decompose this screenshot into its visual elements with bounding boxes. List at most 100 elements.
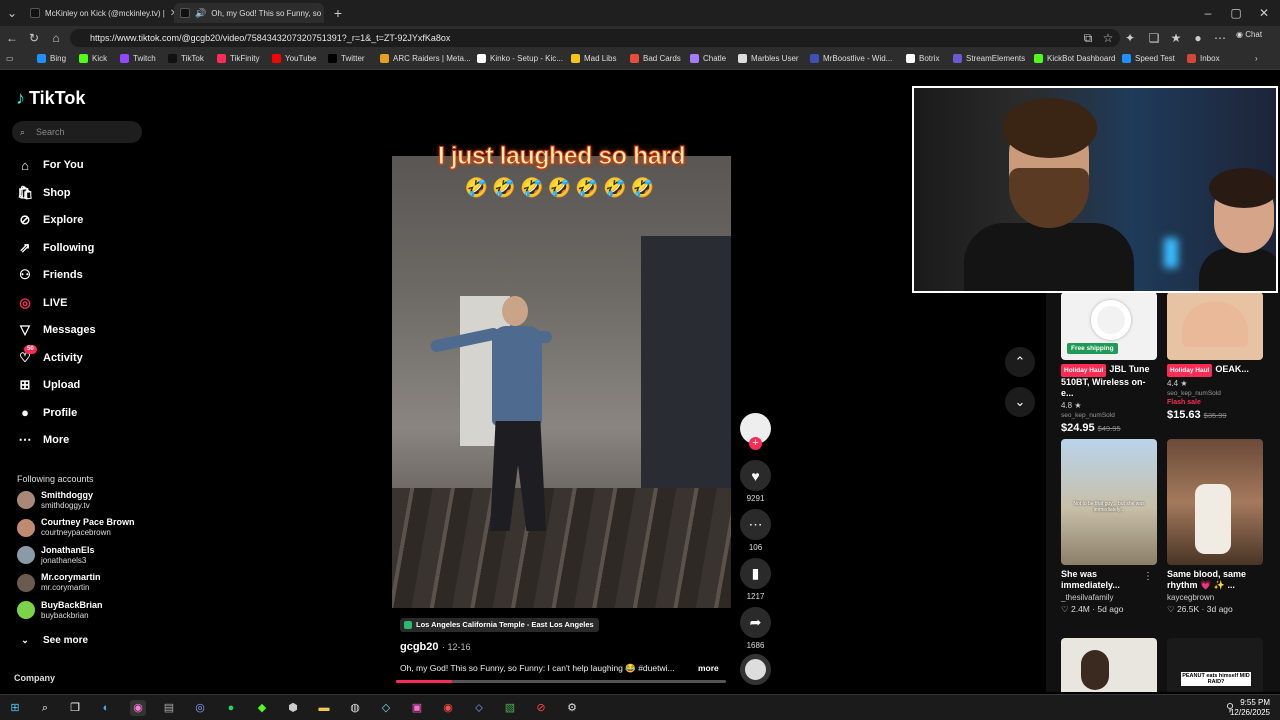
bookmark-item[interactable]: Kinko - Setup - Kic... <box>477 54 563 63</box>
following-account[interactable]: BuyBackBrian buybackbrian <box>17 598 103 622</box>
bookmark-item[interactable]: StreamElements <box>953 54 1025 63</box>
discord-icon[interactable]: ◎ <box>192 700 208 716</box>
video-progress-bar[interactable] <box>396 680 726 683</box>
bookmark-item[interactable]: Botrix <box>906 54 939 63</box>
search-input[interactable]: ⌕ Search <box>12 121 142 143</box>
system-clock[interactable]: 9:55 PM 12/26/2025 <box>1230 698 1270 718</box>
extensions-icon[interactable]: ⧉ <box>1080 30 1096 46</box>
sidebar-item-live[interactable]: ◎ LIVE <box>17 294 67 312</box>
like-action[interactable]: ♥ 9291 <box>740 460 771 503</box>
tab-list-icon[interactable]: ⌄ <box>4 5 20 21</box>
copilot-chat-button[interactable]: ◉ Chat <box>1236 30 1262 39</box>
search-icon[interactable]: ⌕ <box>37 700 53 716</box>
app-icon[interactable]: ◇ <box>378 700 394 716</box>
sidebar-item-friends[interactable]: ⚇ Friends <box>17 266 83 284</box>
music-disc-icon[interactable] <box>740 654 771 685</box>
menu-dots-icon[interactable]: ⋯ <box>1212 30 1228 46</box>
sidebar-item-following[interactable]: ⇗ Following <box>17 239 95 257</box>
bookmark-item[interactable]: Inbox <box>1187 54 1220 63</box>
favorites-icon[interactable]: ★ <box>1168 30 1184 46</box>
maximize-icon[interactable]: ▢ <box>1228 5 1244 21</box>
video-card[interactable]: PEANUT eats himself MID RAID? <box>1167 638 1263 692</box>
url-field[interactable]: https://www.tiktok.com/@gcgb20/video/758… <box>70 29 1120 47</box>
puzzle-icon[interactable]: ✦ <box>1122 30 1138 46</box>
save-action[interactable]: ▮ 1217 <box>740 558 771 601</box>
heart-icon[interactable]: ♥ <box>740 460 771 491</box>
bookmark-item[interactable]: MrBoostlive - Wid... <box>810 54 892 63</box>
following-account[interactable]: Mr.corymartin mr.corymartin <box>17 571 101 595</box>
see-more-button[interactable]: ⌄ See more <box>17 631 88 649</box>
video-card[interactable]: Same blood, same rhythm 💗 ✨ ... kaycegbr… <box>1167 439 1263 615</box>
more-button[interactable]: more <box>698 663 719 673</box>
windows-start-icon[interactable]: ⊞ <box>7 700 23 716</box>
comment-icon[interactable]: ⋯ <box>740 509 771 540</box>
bookmark-item[interactable]: Bad Cards <box>630 54 681 63</box>
product-card[interactable]: Free shipping Holiday Haul JBL Tune 510BT… <box>1061 292 1157 434</box>
previous-video-chevron-up-icon[interactable]: ⌃ <box>1005 347 1035 377</box>
sidebar-item-for-you[interactable]: ⌂ For You <box>17 156 83 174</box>
next-video-chevron-down-icon[interactable]: ⌄ <box>1005 387 1035 417</box>
video-card[interactable] <box>1061 638 1157 692</box>
location-tag[interactable]: Los Angeles California Temple - East Los… <box>400 618 599 632</box>
options-dots-icon[interactable]: ⋮ <box>1143 571 1153 582</box>
new-tab-icon[interactable]: + <box>330 5 346 21</box>
tab-video[interactable]: 🔊 Oh, my God! This so Funny, so ✕ <box>174 3 324 23</box>
obs-icon[interactable]: ⊘ <box>533 700 549 716</box>
bookmark-item[interactable]: TikFinity <box>217 54 259 63</box>
comment-action[interactable]: ⋯ 106 <box>740 509 771 552</box>
edge-icon[interactable]: ◐ <box>98 700 114 716</box>
sidebar-item-shop[interactable]: 🛍 Shop <box>17 184 71 202</box>
sidebar-item-messages[interactable]: ▽ Messages <box>17 321 96 339</box>
profile-avatar-icon[interactable]: ● <box>1190 30 1206 46</box>
tab-mckinley[interactable]: McKinley on Kick (@mckinley.tv) | ✕ <box>24 3 174 23</box>
kick-app-icon[interactable]: ◆ <box>254 700 270 716</box>
app-icon[interactable]: ◍ <box>347 700 363 716</box>
bookmarks-overflow-icon[interactable]: › <box>1255 54 1258 63</box>
author-name[interactable]: gcgb20 <box>400 641 439 653</box>
sidebar-item-activity[interactable]: ♡ 50 Activity <box>17 344 83 367</box>
bookmark-item[interactable]: Kick <box>79 54 107 63</box>
follow-plus-icon[interactable]: + <box>749 437 762 450</box>
sidebar-item-upload[interactable]: ⊞ Upload <box>17 376 81 394</box>
bookmark-icon[interactable]: ▮ <box>740 558 771 589</box>
refresh-icon[interactable]: ↻ <box>26 30 42 46</box>
task-view-icon[interactable]: ❐ <box>67 700 83 716</box>
sidebar-item-explore[interactable]: ⊘ Explore <box>17 211 84 229</box>
tiktok-logo[interactable]: ♪ TikTok <box>16 88 85 109</box>
bookmark-item[interactable]: TikTok <box>168 54 204 63</box>
video-player[interactable] <box>392 156 731 608</box>
favorite-star-icon[interactable]: ☆ <box>1100 30 1116 46</box>
share-icon[interactable]: ➦ <box>740 607 771 638</box>
following-account[interactable]: Courtney Pace Brown courtneypacebrown <box>17 516 135 540</box>
bookmark-item[interactable]: KickBot Dashboard <box>1034 54 1115 63</box>
terminal-icon[interactable]: ▧ <box>502 700 518 716</box>
home-icon[interactable]: ⌂ <box>48 30 64 46</box>
settings-gear-icon[interactable]: ⚙ <box>564 700 580 716</box>
share-action[interactable]: ➦ 1686 <box>740 607 771 650</box>
spotify-icon[interactable]: ● <box>223 700 239 716</box>
sidebar-item-more[interactable]: ⋯ More <box>17 431 70 449</box>
app-cube-icon[interactable]: ⬢ <box>285 700 301 716</box>
bookmark-item[interactable]: Speed Test <box>1122 54 1175 63</box>
sidebar-item-profile[interactable]: ● Profile <box>17 404 77 422</box>
bookmark-item[interactable]: Twitter <box>328 54 365 63</box>
app-icon[interactable]: ▣ <box>409 700 425 716</box>
collections-icon[interactable]: ❏ <box>1146 30 1162 46</box>
app-icon[interactable]: ◉ <box>440 700 456 716</box>
minimize-icon[interactable]: – <box>1200 5 1216 21</box>
app-icon[interactable]: ⬦ <box>471 700 487 716</box>
back-icon[interactable]: ← <box>4 30 20 46</box>
product-card[interactable]: Holiday Haul OEAK... 4.4 ★ seo_kep_numSol… <box>1167 292 1263 421</box>
following-account[interactable]: Smithdoggy smithdoggy.tv <box>17 488 93 512</box>
bookmark-item[interactable]: Mad Libs <box>571 54 616 63</box>
app-icon[interactable]: ▤ <box>161 700 177 716</box>
close-window-icon[interactable]: ✕ <box>1256 5 1272 21</box>
bookmark-item[interactable]: YouTube <box>272 54 316 63</box>
bookmark-item[interactable]: Bing <box>37 54 66 63</box>
bookmark-item[interactable]: Marbles User <box>738 54 799 63</box>
bookmark-item[interactable]: Twitch <box>120 54 156 63</box>
reading-list-icon[interactable]: ▭ <box>6 54 14 63</box>
bookmark-item[interactable]: ARC Raiders | Meta... <box>380 54 471 63</box>
video-card[interactable]: Not to be that guy... but she was immedi… <box>1061 439 1157 615</box>
file-explorer-icon[interactable]: ▬ <box>316 700 332 716</box>
